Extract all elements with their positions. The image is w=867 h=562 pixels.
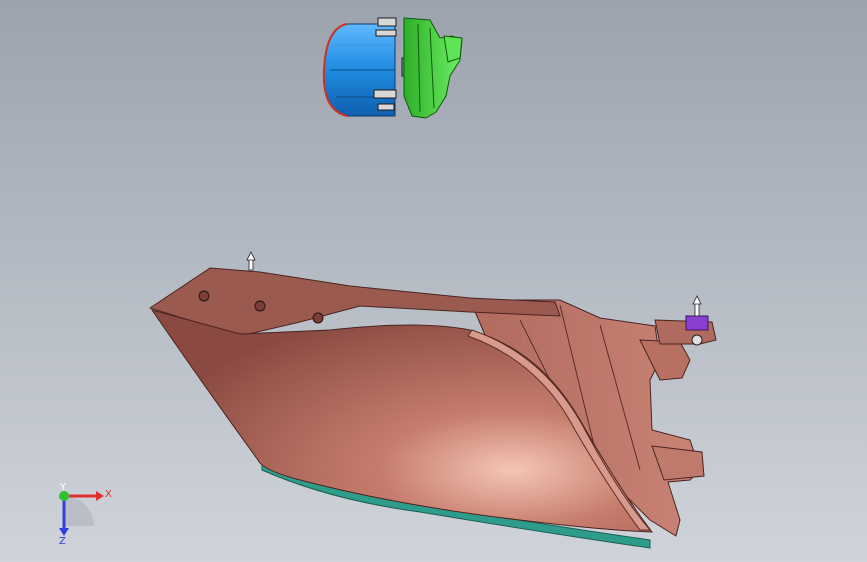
- cad-graphics-viewport[interactable]: X Y Z: [0, 0, 867, 562]
- fog-lamp-assembly[interactable]: [322, 17, 463, 119]
- model-scene[interactable]: X Y Z: [0, 0, 867, 562]
- triad-x-label: X: [105, 489, 112, 500]
- headlamp-assembly[interactable]: [148, 251, 717, 549]
- triad-z-label: Z: [59, 536, 66, 547]
- purple-clip: [685, 295, 709, 331]
- headlamp-mount-pins: [246, 251, 256, 271]
- triad-y-label: Y: [59, 482, 67, 493]
- coordinate-triad: X Y Z: [59, 482, 112, 547]
